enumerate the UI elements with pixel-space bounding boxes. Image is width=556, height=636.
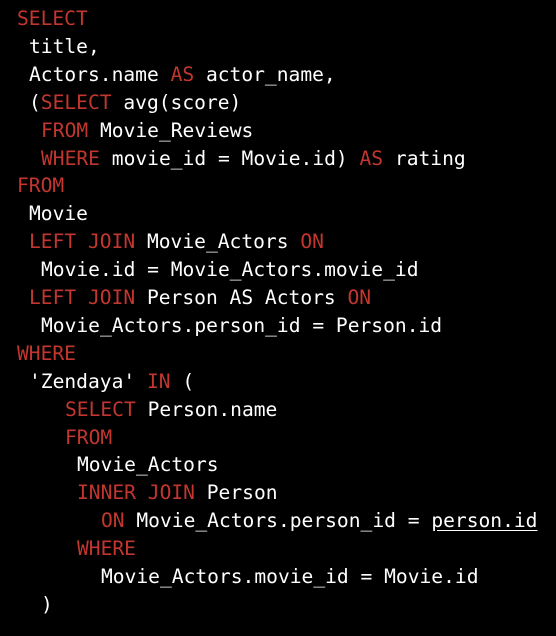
- code-token-keyword: SELECT: [40, 90, 112, 114]
- code-token-text: (: [170, 369, 195, 393]
- code-token-keyword: FROM: [65, 425, 113, 449]
- code-token-text: title,: [29, 34, 100, 58]
- sql-code-block: SELECT title, Actors.name AS actor_name, (S…: [0, 0, 556, 636]
- code-line: ): [41, 591, 53, 619]
- code-token-keyword: ON: [300, 230, 324, 254]
- code-token-text: movie_id = Movie.id): [99, 146, 360, 170]
- code-line: 'Zendaya' IN (: [29, 368, 194, 396]
- code-token-text: Person: [194, 481, 278, 505]
- code-token-keyword: WHERE: [41, 146, 100, 170]
- code-token-keyword: SELECT: [17, 7, 88, 30]
- code-line: WHERE movie_id = Movie.id) AS rating: [41, 145, 466, 173]
- code-token-keyword: ON: [347, 286, 372, 309]
- code-token-text: avg(score): [111, 90, 242, 114]
- code-token-text: ): [41, 592, 53, 616]
- code-token-keyword: WHERE: [17, 341, 76, 365]
- code-token-keyword: IN: [146, 369, 171, 393]
- code-line: FROM: [65, 424, 112, 452]
- code-line: FROM: [17, 172, 64, 200]
- code-token-text: actor_name,: [194, 62, 336, 86]
- code-token-text: Movie_Actors: [77, 453, 219, 477]
- code-token-keyword: AS: [359, 146, 384, 170]
- code-line: title,: [29, 33, 100, 61]
- code-token-keyword: LEFT JOIN: [29, 286, 136, 309]
- code-line: Movie.id = Movie_Actors.movie_id: [41, 256, 419, 284]
- code-line: LEFT JOIN Person AS Actors ON: [29, 284, 371, 312]
- code-token-keyword: ON: [101, 509, 125, 533]
- code-token-text: Movie_Actors: [135, 230, 301, 254]
- code-token-text: Movie_Actors.movie_id = Movie.id: [101, 565, 479, 588]
- code-token-text: Actors.name: [29, 62, 171, 86]
- code-line: Movie: [29, 200, 88, 228]
- code-line: INNER JOIN Person: [77, 479, 278, 507]
- code-line: WHERE: [77, 535, 136, 563]
- code-token-text: Person AS Actors: [135, 286, 348, 309]
- code-line: Movie_Actors.movie_id = Movie.id: [101, 563, 479, 591]
- code-line: SELECT: [17, 5, 88, 33]
- code-token-keyword: WHERE: [77, 537, 136, 561]
- code-line: WHERE: [17, 340, 76, 368]
- code-line: FROM Movie_Reviews: [41, 117, 253, 145]
- code-token-text: Movie_Actors.person_id =: [124, 509, 432, 533]
- code-line: Movie_Actors.person_id = Person.id: [41, 312, 442, 340]
- code-token-keyword: SELECT: [65, 397, 136, 421]
- code-token-keyword: AS: [170, 62, 195, 86]
- code-token-text: 'Zendaya': [29, 369, 147, 393]
- code-line: SELECT Person.name: [65, 396, 277, 424]
- code-token-keyword: FROM: [41, 118, 89, 142]
- code-token-text: Movie: [29, 202, 88, 226]
- code-line: (SELECT avg(score): [29, 89, 241, 117]
- code-token-text: rating: [383, 146, 466, 170]
- code-token-text: Movie_Actors.person_id = Person.id: [41, 313, 443, 337]
- code-token-keyword: LEFT JOIN: [29, 230, 136, 254]
- code-token-text: Person.name: [135, 397, 278, 421]
- code-token-text: (: [29, 90, 41, 114]
- code-token-keyword: FROM: [17, 174, 65, 198]
- code-line: ON Movie_Actors.person_id = person.id: [101, 507, 537, 535]
- code-line: Movie_Actors: [77, 451, 219, 479]
- code-token-text: Movie.id = Movie_Actors.movie_id: [41, 258, 419, 282]
- code-token-link[interactable]: person.id: [431, 509, 537, 532]
- code-token-keyword: INNER JOIN: [77, 481, 195, 505]
- code-line: Actors.name AS actor_name,: [29, 61, 336, 89]
- code-token-text: Movie_Reviews: [88, 118, 254, 142]
- code-line: LEFT JOIN Movie_Actors ON: [29, 228, 324, 256]
